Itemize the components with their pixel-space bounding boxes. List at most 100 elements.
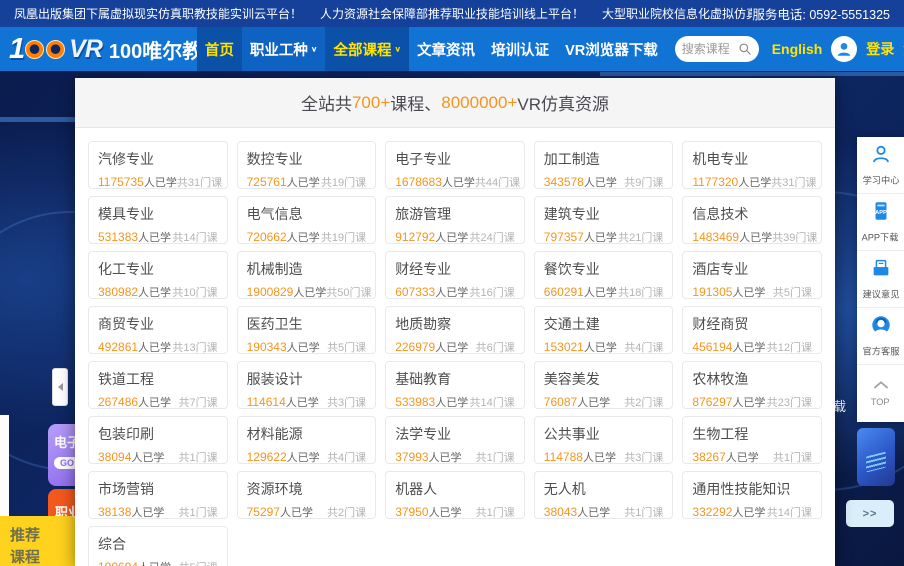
summary-prefix: 全站共 bbox=[301, 90, 352, 115]
category-stats: 75297人已学共2门课 bbox=[247, 504, 367, 519]
category-card[interactable]: 资源环境75297人已学共2门课 bbox=[237, 471, 377, 519]
category-name: 服装设计 bbox=[247, 369, 367, 389]
sidebar-item-label: 学习中心 bbox=[862, 173, 899, 187]
category-card[interactable]: 美容美发76087人已学共2门课 bbox=[534, 361, 674, 409]
category-card[interactable]: 法学专业37993人已学共1门课 bbox=[385, 416, 525, 464]
category-name: 化工专业 bbox=[98, 259, 218, 279]
sidebar-item-label: 建议意见 bbox=[862, 287, 899, 301]
course-count: 共13门课 bbox=[172, 339, 217, 354]
recommend-courses-tag[interactable]: 推荐 课程 bbox=[0, 516, 78, 566]
category-card[interactable]: 餐饮专业660291人已学共18门课 bbox=[534, 251, 674, 299]
category-card[interactable]: 财经商贸456194人已学共12门课 bbox=[682, 306, 822, 354]
learner-count: 190694人已学 bbox=[98, 559, 171, 566]
nav-item[interactable]: VR浏览器下载 bbox=[557, 27, 666, 71]
category-card[interactable]: 地质勘察226979人已学共6门课 bbox=[385, 306, 525, 354]
category-card[interactable]: 酒店专业191305人已学共5门课 bbox=[682, 251, 822, 299]
course-count: 共14门课 bbox=[470, 394, 515, 409]
course-count: 共12门课 bbox=[767, 339, 812, 354]
category-name: 无人机 bbox=[544, 479, 664, 499]
category-card[interactable]: 医药卫生190343人已学共5门课 bbox=[237, 306, 377, 354]
category-card[interactable]: 铁道工程267486人已学共7门课 bbox=[88, 361, 228, 409]
category-card[interactable]: 电子专业1678683人已学共44门课 bbox=[385, 141, 525, 189]
category-card[interactable]: 通用性技能知识332292人已学共14门课 bbox=[682, 471, 822, 519]
announcement-text: 凤凰出版集团下属虚拟现实仿真职教技能实训云平台！ bbox=[14, 5, 302, 22]
logo-o-icon bbox=[46, 40, 65, 59]
category-card[interactable]: 包装印刷38094人已学共1门课 bbox=[88, 416, 228, 464]
course-count: 共6门课 bbox=[476, 339, 515, 354]
category-card[interactable]: 电气信息720662人已学共19门课 bbox=[237, 196, 377, 244]
category-card[interactable]: 旅游管理912792人已学共24门课 bbox=[385, 196, 525, 244]
service-phone: 服务电话: 0592-5551325 bbox=[752, 4, 890, 23]
category-name: 交通土建 bbox=[544, 314, 664, 334]
category-card[interactable]: 材料能源129622人已学共4门课 bbox=[237, 416, 377, 464]
category-card[interactable]: 财经专业607333人已学共16门课 bbox=[385, 251, 525, 299]
sidebar-item-app下载[interactable]: APPAPP下载 bbox=[857, 194, 904, 251]
nav-item[interactable]: 全部课程∨ bbox=[325, 27, 409, 71]
category-stats: 1177320人已学共31门课 bbox=[692, 174, 812, 189]
category-card[interactable]: 公共事业114788人已学共3门课 bbox=[534, 416, 674, 464]
service-icon bbox=[870, 314, 892, 339]
learner-count: 267486人已学 bbox=[98, 394, 171, 409]
course-count: 共1门课 bbox=[476, 449, 515, 464]
sidebar-item-官方客服[interactable]: 官方客服 bbox=[857, 308, 904, 365]
announcement-text: 大型职业院校信息化虚拟仿真教学资源网站！ bbox=[602, 5, 752, 22]
course-count: 共1门课 bbox=[624, 504, 663, 519]
category-card[interactable]: 无人机38043人已学共1门课 bbox=[534, 471, 674, 519]
sidebar-item-top[interactable]: TOP bbox=[857, 365, 904, 422]
nav-item[interactable]: 职业工种∨ bbox=[242, 27, 326, 71]
nav-item[interactable]: 首页 bbox=[197, 27, 242, 71]
all-courses-mega-menu: 全站共 700+ 课程、 8000000+ VR仿真资源 汽修专业1175735… bbox=[75, 78, 835, 566]
course-count: 共7门课 bbox=[178, 394, 217, 409]
sidebar-item-建议意见[interactable]: 建议意见 bbox=[857, 251, 904, 308]
login-link[interactable]: 登录 bbox=[866, 39, 894, 59]
category-stats: 37950人已学共1门课 bbox=[395, 504, 515, 519]
category-card[interactable]: 汽修专业1175735人已学共31门课 bbox=[88, 141, 228, 189]
learner-count: 226979人已学 bbox=[395, 339, 468, 354]
category-card[interactable]: 市场营销38138人已学共1门课 bbox=[88, 471, 228, 519]
learner-count: 720662人已学 bbox=[247, 229, 320, 244]
site-stats-summary: 全站共 700+ 课程、 8000000+ VR仿真资源 bbox=[75, 78, 835, 128]
search-icon[interactable] bbox=[738, 42, 752, 56]
nav-item[interactable]: 培训认证 bbox=[483, 27, 557, 71]
more-link[interactable]: >> bbox=[846, 500, 894, 527]
carousel-prev-button[interactable] bbox=[52, 368, 68, 406]
category-card[interactable]: 信息技术1483469人已学共39门课 bbox=[682, 196, 822, 244]
category-name: 医药卫生 bbox=[247, 314, 367, 334]
summary-course-count: 700+ bbox=[352, 93, 390, 113]
category-card[interactable]: 加工制造343578人已学共9门课 bbox=[534, 141, 674, 189]
category-name: 生物工程 bbox=[692, 424, 812, 444]
category-name: 加工制造 bbox=[544, 149, 664, 169]
category-card[interactable]: 机电专业1177320人已学共31门课 bbox=[682, 141, 822, 189]
site-logo[interactable]: 1 VR 100唯尔教育 bbox=[0, 27, 197, 71]
corner-tag-line: 推荐 bbox=[10, 525, 40, 547]
category-card[interactable]: 交通土建153021人已学共4门课 bbox=[534, 306, 674, 354]
category-card[interactable]: 服装设计114614人已学共3门课 bbox=[237, 361, 377, 409]
english-link[interactable]: English bbox=[772, 41, 823, 57]
category-card[interactable]: 机器人37950人已学共1门课 bbox=[385, 471, 525, 519]
category-name: 包装印刷 bbox=[98, 424, 218, 444]
category-card[interactable]: 农林牧渔876297人已学共23门课 bbox=[682, 361, 822, 409]
summary-resource-count: 8000000+ bbox=[441, 93, 517, 113]
category-card[interactable]: 建筑专业797357人已学共21门课 bbox=[534, 196, 674, 244]
user-avatar-icon bbox=[835, 40, 853, 58]
learner-count: 797357人已学 bbox=[544, 229, 617, 244]
category-card[interactable]: 生物工程38267人已学共1门课 bbox=[682, 416, 822, 464]
avatar[interactable] bbox=[831, 36, 857, 62]
category-card[interactable]: 模具专业531383人已学共14门课 bbox=[88, 196, 228, 244]
category-card[interactable]: 综合190694人已学共5门课 bbox=[88, 526, 228, 566]
sidebar-item-学习中心[interactable]: 学习中心 bbox=[857, 137, 904, 194]
search-input[interactable] bbox=[682, 42, 738, 56]
category-card[interactable]: 商贸专业492861人已学共13门课 bbox=[88, 306, 228, 354]
nav-item[interactable]: 文章资讯 bbox=[409, 27, 483, 71]
category-card[interactable]: 化工专业380982人已学共10门课 bbox=[88, 251, 228, 299]
promo-card-blue[interactable] bbox=[857, 428, 895, 486]
course-count: 共14门课 bbox=[767, 504, 812, 519]
search-box[interactable] bbox=[675, 36, 759, 62]
service-phone-label: 服务电话: bbox=[752, 8, 805, 22]
category-card[interactable]: 数控专业725761人已学共19门课 bbox=[237, 141, 377, 189]
category-card[interactable]: 机械制造1900829人已学共50门课 bbox=[237, 251, 377, 299]
learner-count: 129622人已学 bbox=[247, 449, 320, 464]
announcement-list: 凤凰出版集团下属虚拟现实仿真职教技能实训云平台！人力资源社会保障部推荐职业技能培… bbox=[14, 5, 752, 22]
category-card[interactable]: 基础教育533983人已学共14门课 bbox=[385, 361, 525, 409]
chevron-down-icon: ∨ bbox=[394, 44, 401, 53]
